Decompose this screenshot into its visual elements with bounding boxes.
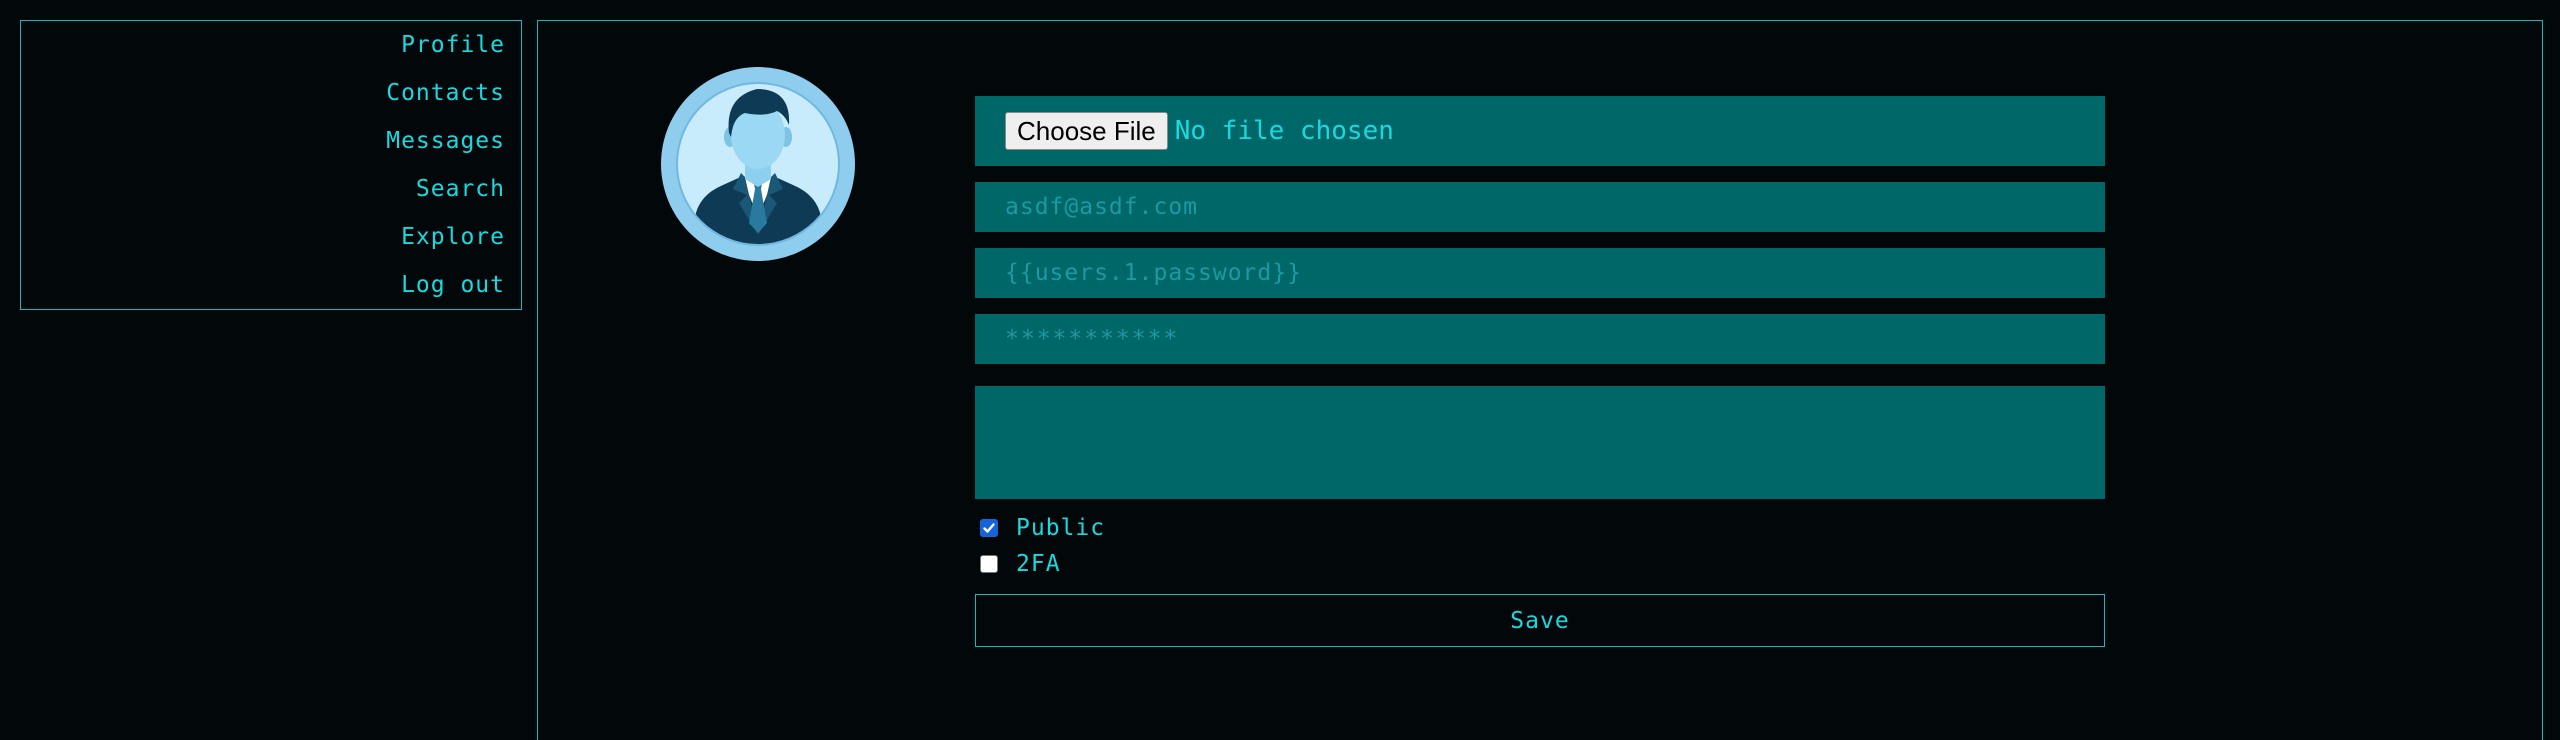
two-fa-checkbox[interactable] (980, 555, 998, 573)
sidebar-item-profile[interactable]: Profile (21, 31, 505, 79)
file-status-text: No file chosen (1174, 116, 1394, 146)
confirm-password-value: *********** (1005, 326, 1180, 352)
save-button[interactable]: Save (975, 594, 2105, 647)
avatar-file-input: Choose File No file chosen (975, 96, 2105, 166)
sidebar-item-messages[interactable]: Messages (21, 127, 505, 175)
profile-form: Choose File No file chosen asdf@asdf.com… (975, 96, 2105, 647)
profile-panel: Choose File No file chosen asdf@asdf.com… (537, 20, 2543, 740)
public-label: Public (1016, 515, 1106, 541)
checkmark-icon (983, 523, 995, 533)
public-checkbox[interactable] (980, 519, 998, 537)
sidebar-item-log-out[interactable]: Log out (21, 271, 505, 319)
password-placeholder: {{users.1.password}} (1005, 260, 1302, 286)
public-option: Public (975, 511, 2105, 545)
user-avatar-icon (661, 67, 855, 261)
two-fa-label: 2FA (1016, 551, 1061, 577)
email-field[interactable]: asdf@asdf.com (975, 182, 2105, 232)
sidebar-nav: Profile Contacts Messages Search Explore… (20, 20, 522, 310)
sidebar-item-explore[interactable]: Explore (21, 223, 505, 271)
email-placeholder: asdf@asdf.com (1005, 194, 1199, 220)
two-fa-option: 2FA (975, 545, 2105, 583)
sidebar-item-contacts[interactable]: Contacts (21, 79, 505, 127)
password-field[interactable]: {{users.1.password}} (975, 248, 2105, 298)
choose-file-button[interactable]: Choose File (1005, 112, 1168, 150)
sidebar-item-search[interactable]: Search (21, 175, 505, 223)
bio-textarea[interactable] (975, 386, 2105, 499)
confirm-password-field[interactable]: *********** (975, 314, 2105, 364)
